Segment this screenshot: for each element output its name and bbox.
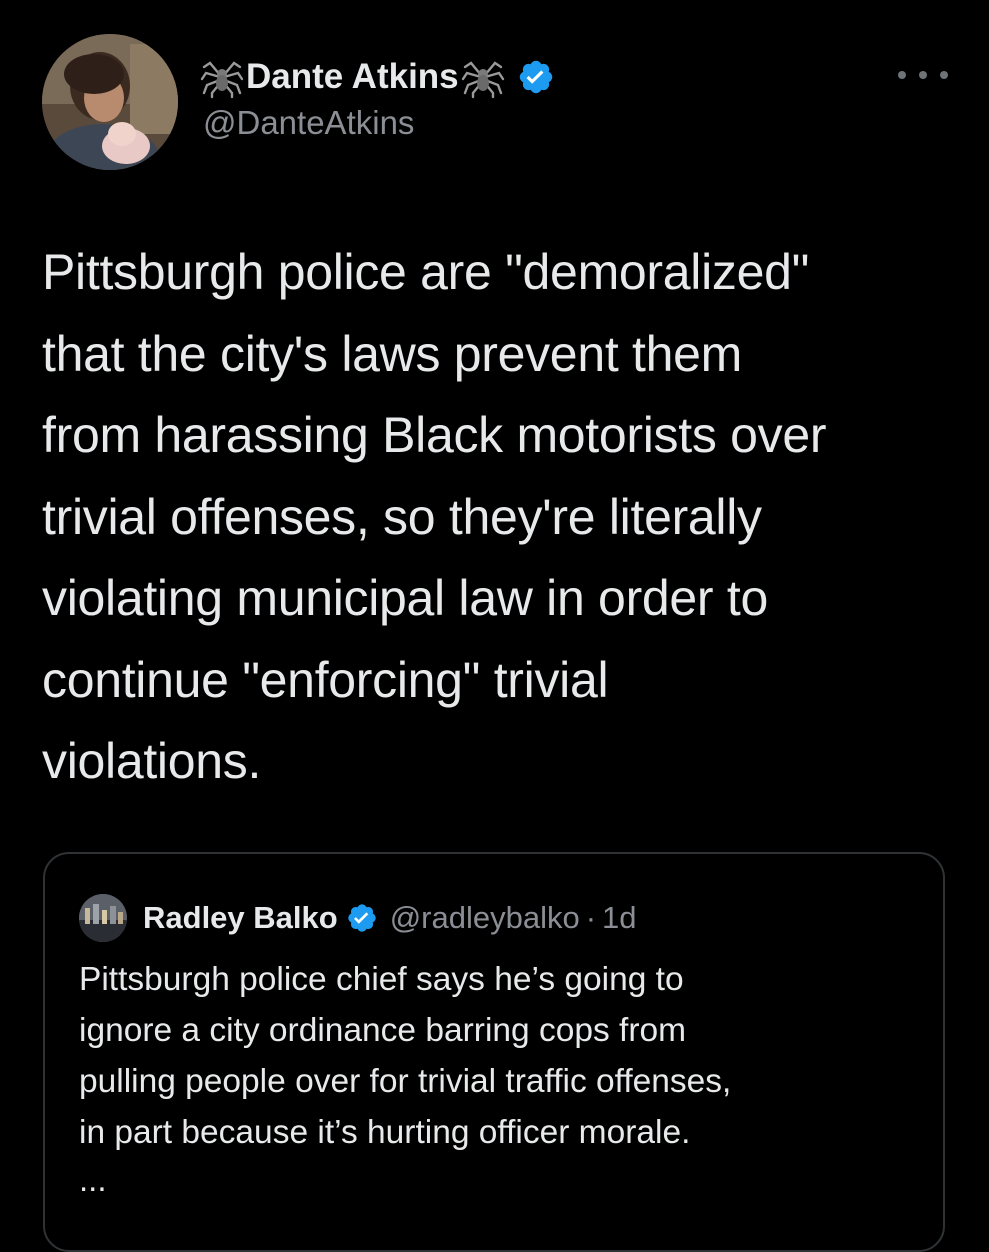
tweet-text: Pittsburgh police are "demoralized" that…: [42, 244, 827, 789]
tweet: Dante Atkins @DanteAtkins Pittsburgh pol…: [0, 0, 989, 1252]
author-name: Dante Atkins: [246, 57, 459, 96]
author-handle[interactable]: @DanteAtkins: [203, 104, 414, 142]
avatar-photo: [42, 34, 178, 170]
more-dot: [940, 71, 948, 79]
quoted-timestamp[interactable]: 1d: [602, 900, 636, 936]
quoted-header: Radley Balko @radleybalko · 1d: [143, 894, 637, 942]
quoted-avatar-photo: [79, 894, 127, 942]
author-avatar[interactable]: [42, 34, 178, 170]
spider-icon: [461, 55, 505, 99]
spider-icon: [200, 55, 244, 99]
more-dot: [898, 71, 906, 79]
more-dot: [919, 71, 927, 79]
quoted-truncation: ...: [79, 1161, 107, 1198]
verified-badge-icon: [346, 902, 378, 934]
dot-separator: ·: [585, 900, 597, 935]
quoted-author-name[interactable]: Radley Balko: [143, 900, 338, 936]
quoted-tweet-card[interactable]: Radley Balko @radleybalko · 1d Pittsburg…: [43, 852, 945, 1252]
author-name-row[interactable]: Dante Atkins: [200, 54, 555, 100]
quoted-author-handle[interactable]: @radleybalko: [390, 900, 580, 936]
quoted-tweet-text: Pittsburgh police chief says he’s going …: [79, 961, 732, 1151]
verified-badge-icon: [517, 58, 555, 96]
quoted-author-avatar[interactable]: [79, 894, 127, 942]
more-options-icon[interactable]: [898, 60, 948, 90]
